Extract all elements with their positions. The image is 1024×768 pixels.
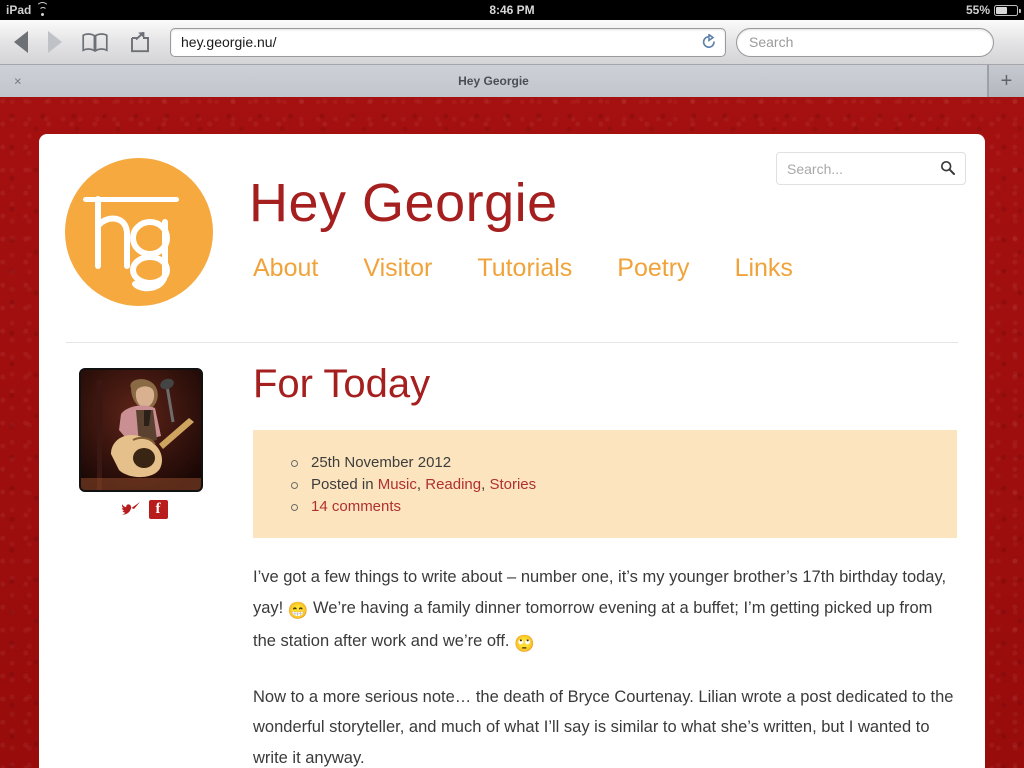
new-tab-button[interactable]: +: [988, 65, 1024, 97]
post-paragraph-2: Now to a more serious note… the death of…: [253, 687, 954, 767]
twitter-bird-icon[interactable]: [121, 501, 141, 519]
reload-icon[interactable]: [701, 33, 717, 50]
hg-monogram-logo[interactable]: [65, 158, 213, 306]
navigation-buttons: [14, 31, 152, 53]
site-content-card: Hey Georgie About Visitor Tutorials Poet…: [39, 134, 985, 768]
tab-bar: × Hey Georgie +: [0, 65, 1024, 97]
site-search-placeholder: Search...: [787, 160, 844, 177]
nav-item-visitor[interactable]: Visitor: [363, 254, 432, 283]
safari-search-field[interactable]: Search: [736, 27, 994, 57]
social-links: f: [79, 500, 209, 519]
paragraph-1-part-2: We’re having a family dinner tomorrow ev…: [253, 598, 933, 651]
post-body: I’ve got a few things to write about – n…: [253, 562, 957, 768]
battery-icon: [994, 4, 1021, 16]
grinning-emoji: 😁: [287, 601, 309, 620]
post-comments: 14 comments: [291, 496, 957, 518]
category-separator-1: ,: [416, 476, 426, 493]
web-page-viewport: Hey Georgie About Visitor Tutorials Poet…: [0, 97, 1024, 768]
search-icon[interactable]: [940, 160, 955, 178]
post-paragraph-1: I’ve got a few things to write about – n…: [253, 562, 957, 660]
post-meta-list: 25th November 2012 Posted in Music, Read…: [253, 452, 957, 518]
page-title: For Today: [253, 362, 431, 406]
nav-item-links[interactable]: Links: [735, 254, 793, 283]
site-search-box[interactable]: Search...: [776, 152, 966, 185]
category-link-reading[interactable]: Reading: [425, 476, 481, 493]
posted-in-label: Posted in: [311, 476, 378, 493]
book-icon[interactable]: [82, 32, 108, 52]
avatar: [79, 368, 203, 492]
address-bar[interactable]: hey.georgie.nu/: [170, 27, 726, 57]
main-navigation: About Visitor Tutorials Poetry Links: [253, 254, 793, 283]
rolling-eyes-emoji: 🙄: [514, 635, 535, 653]
category-link-stories[interactable]: Stories: [489, 476, 536, 493]
ipad-safari-screen: iPad 8:46 PM 55% hey.georgie.nu/ Search …: [0, 0, 1024, 768]
safari-toolbar: hey.georgie.nu/ Search: [0, 20, 1024, 65]
site-header: Hey Georgie About Visitor Tutorials Poet…: [39, 134, 985, 343]
post-meta-box: 25th November 2012 Posted in Music, Read…: [253, 430, 957, 538]
tab-hey-georgie[interactable]: × Hey Georgie: [0, 65, 988, 97]
comments-link[interactable]: 14 comments: [311, 498, 401, 515]
nav-item-tutorials[interactable]: Tutorials: [477, 254, 572, 283]
header-divider: [66, 342, 958, 343]
facebook-icon[interactable]: f: [148, 500, 168, 519]
status-bar-clock: 8:46 PM: [489, 3, 535, 17]
url-text: hey.georgie.nu/: [181, 34, 277, 50]
close-icon[interactable]: ×: [14, 75, 22, 88]
battery-percent-label: 55%: [965, 3, 990, 17]
site-title: Hey Georgie: [249, 173, 558, 233]
nav-item-poetry[interactable]: Poetry: [617, 254, 689, 283]
forward-arrow-icon: [48, 31, 62, 53]
back-arrow-icon[interactable]: [14, 31, 28, 53]
post-date: 25th November 2012: [291, 452, 957, 474]
ios-status-bar: iPad 8:46 PM 55%: [0, 0, 1024, 20]
tab-title: Hey Georgie: [458, 74, 529, 88]
nav-item-about[interactable]: About: [253, 254, 318, 283]
post-sidebar: f: [79, 368, 209, 519]
safari-search-placeholder: Search: [749, 34, 794, 50]
category-link-music[interactable]: Music: [378, 476, 417, 493]
status-bar-right: 55%: [965, 3, 1021, 17]
post-article: For Today 25th November 2012 Posted in M…: [253, 362, 957, 768]
share-icon[interactable]: [128, 31, 152, 53]
post-categories: Posted in Music, Reading, Stories: [291, 474, 957, 496]
